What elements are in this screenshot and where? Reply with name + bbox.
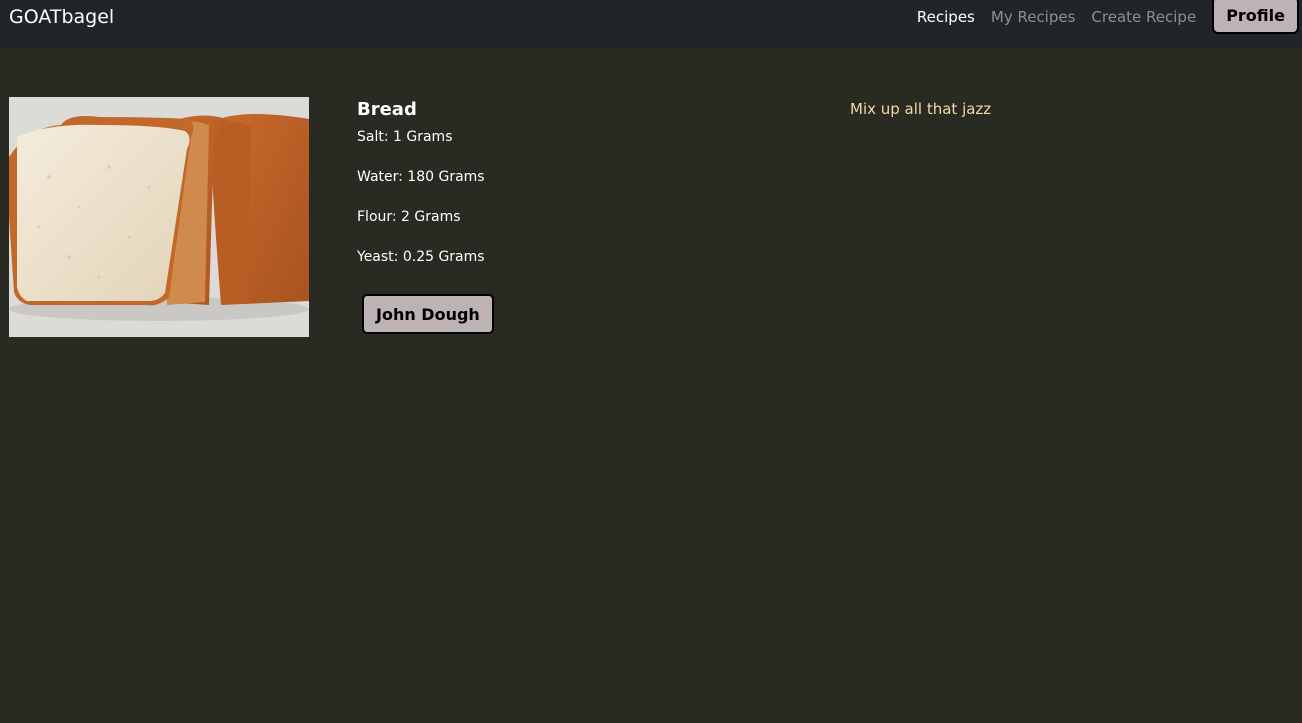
nav-link-create-recipe[interactable]: Create Recipe <box>1091 0 1196 34</box>
brand-link[interactable]: GOATbagel <box>9 4 114 30</box>
recipe-info: Bread Salt: 1 Grams Water: 180 Grams Flo… <box>357 97 991 334</box>
nav-link-my-recipes[interactable]: My Recipes <box>991 0 1076 34</box>
ingredient-item: Flour: 2 Grams <box>357 209 461 225</box>
ingredient-item: Salt: 1 Grams <box>357 129 453 145</box>
profile-button[interactable]: Profile <box>1212 0 1299 34</box>
nav-link-recipes[interactable]: Recipes <box>917 0 975 34</box>
ingredient-list: Salt: 1 Grams Water: 180 Grams Flour: 2 … <box>357 127 507 267</box>
navbar: GOATbagel Recipes My Recipes Create Reci… <box>0 0 1302 48</box>
ingredient-item: Yeast: 0.25 Grams <box>357 249 485 265</box>
ingredient-item: Water: 180 Grams <box>357 169 485 185</box>
nav-links: Recipes My Recipes Create Recipe Profile <box>917 0 1302 34</box>
recipe-image <box>9 97 309 337</box>
recipe-title: Bread <box>357 99 417 120</box>
bread-image-icon <box>9 97 309 337</box>
recipe-instructions: Mix up all that jazz <box>850 100 992 118</box>
author-button[interactable]: John Dough <box>362 294 494 334</box>
